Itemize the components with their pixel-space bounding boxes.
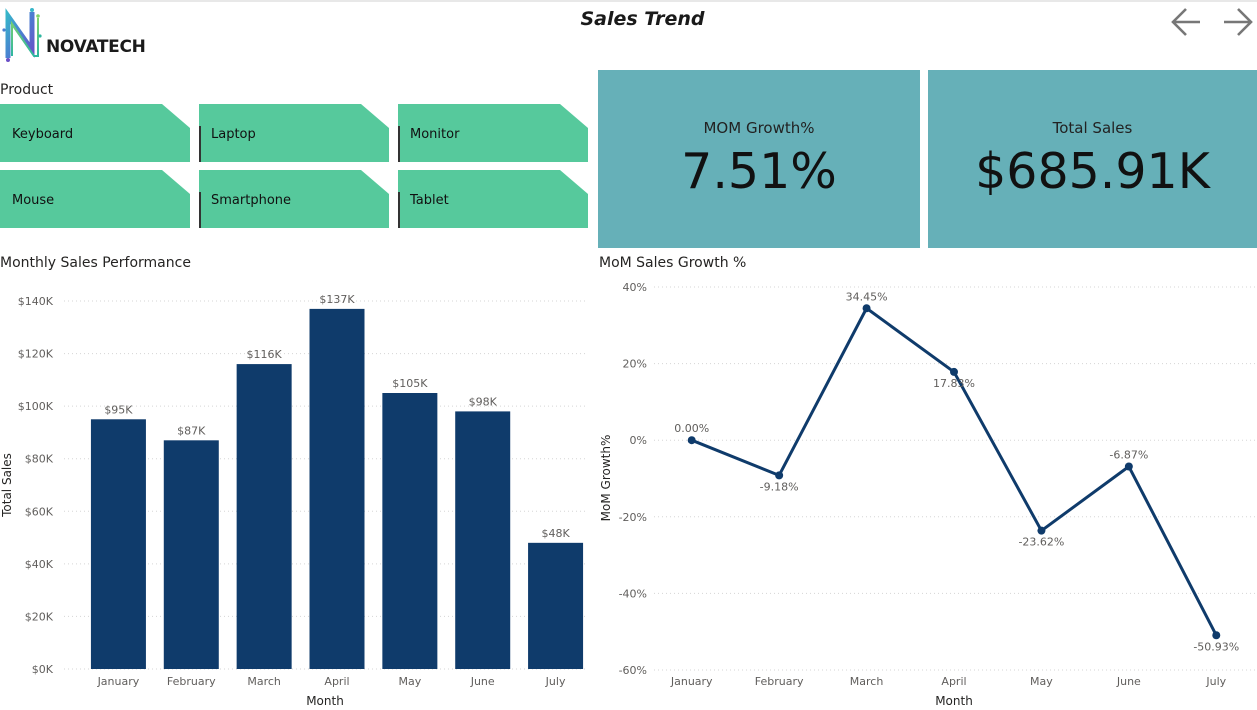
line-point-april bbox=[950, 367, 958, 376]
mom-growth-value: 7.51% bbox=[681, 143, 837, 200]
bar-y-tick-label: $0K bbox=[32, 663, 54, 676]
product-tile-keyboard[interactable]: Keyboard bbox=[0, 104, 190, 162]
line-point-january bbox=[687, 436, 696, 445]
total-sales-value: $685.91K bbox=[975, 143, 1210, 200]
mom-growth-card: MOM Growth% 7.51% bbox=[598, 70, 920, 248]
bar-data-label: $48K bbox=[541, 527, 570, 540]
total-sales-label: Total Sales bbox=[1052, 119, 1133, 137]
bar-data-label: $137K bbox=[319, 293, 355, 306]
mom-growth-label: MOM Growth% bbox=[703, 119, 815, 137]
product-tile-label: Keyboard bbox=[12, 127, 74, 142]
line-data-label: 34.45% bbox=[846, 290, 888, 303]
line-chart-title: MoM Sales Growth % bbox=[599, 255, 747, 271]
novatech-logo-mark bbox=[2, 8, 42, 62]
line-x-axis-title: Month bbox=[935, 694, 973, 708]
bar-y-tick-label: $60K bbox=[25, 505, 54, 518]
line-data-label: 17.83% bbox=[933, 377, 975, 390]
line-x-tick-label: January bbox=[670, 675, 713, 688]
bar-x-tick-label: May bbox=[398, 675, 421, 688]
mom-growth-series-line bbox=[691, 306, 1218, 636]
line-x-tick-label: July bbox=[1205, 675, 1226, 688]
bar-data-label: $98K bbox=[469, 395, 498, 408]
bar-y-tick-label: $100K bbox=[18, 400, 54, 413]
bar-april bbox=[309, 308, 365, 669]
line-x-tick-label: March bbox=[850, 675, 884, 688]
bar-x-tick-label: February bbox=[167, 675, 216, 688]
line-point-may bbox=[1037, 526, 1046, 535]
line-y-tick-label: -60% bbox=[619, 664, 647, 677]
bar-data-label: $105K bbox=[392, 377, 428, 390]
line-x-tick-label: April bbox=[941, 675, 966, 688]
bar-chart-title: Monthly Sales Performance bbox=[0, 255, 191, 271]
page-title: Sales Trend bbox=[580, 8, 705, 30]
line-data-label: -9.18% bbox=[760, 480, 799, 493]
bar-february bbox=[163, 440, 219, 669]
bar-y-tick-label: $80K bbox=[25, 453, 54, 466]
product-tile-mouse[interactable]: Mouse bbox=[0, 170, 190, 228]
forward-arrow-icon[interactable] bbox=[1220, 5, 1254, 39]
line-point-march bbox=[862, 304, 871, 313]
product-tile-monitor[interactable]: Monitor bbox=[398, 104, 588, 162]
novatech-logo: NOVATECH bbox=[2, 6, 152, 64]
line-x-tick-label: June bbox=[1116, 675, 1141, 688]
bar-y-tick-label: $20K bbox=[25, 610, 54, 623]
bar-x-tick-label: January bbox=[97, 675, 140, 688]
bar-may bbox=[382, 393, 438, 669]
mom-growth-line-chart: -60% -40% -20% 0% 20% 40% 0.00% January -9.18% Fe… bbox=[599, 281, 1257, 708]
product-tile-label: Smartphone bbox=[211, 193, 292, 208]
line-y-tick-label: 20% bbox=[623, 358, 647, 371]
bar-y-tick-label: $140K bbox=[18, 295, 54, 308]
product-tile-label: Mouse bbox=[12, 193, 55, 208]
line-point-june bbox=[1124, 462, 1133, 471]
bar-x-tick-label: April bbox=[324, 675, 349, 688]
line-point-february bbox=[775, 471, 784, 480]
line-y-tick-label: 40% bbox=[623, 281, 647, 294]
product-tile-laptop[interactable]: Laptop bbox=[199, 104, 389, 162]
bar-x-axis-title: Month bbox=[306, 694, 344, 708]
bar-july bbox=[528, 542, 584, 669]
bar-y-tick-label: $120K bbox=[18, 348, 54, 361]
bar-january bbox=[90, 419, 146, 669]
bar-y-axis-title: Total Sales bbox=[0, 453, 14, 518]
line-y-tick-label: 0% bbox=[630, 434, 647, 447]
total-sales-card: Total Sales $685.91K bbox=[928, 70, 1257, 248]
top-border bbox=[0, 0, 1257, 2]
line-x-tick-label: May bbox=[1030, 675, 1053, 688]
line-y-tick-label: -40% bbox=[619, 587, 647, 600]
bar-data-label: $87K bbox=[177, 424, 206, 437]
line-x-tick-label: February bbox=[755, 675, 804, 688]
product-tile-smartphone[interactable]: Smartphone bbox=[199, 170, 389, 228]
brand-name: NOVATECH bbox=[46, 37, 146, 57]
line-data-label: -6.87% bbox=[1109, 449, 1148, 462]
bar-x-tick-label: June bbox=[470, 675, 495, 688]
product-tile-label: Monitor bbox=[410, 127, 460, 142]
product-slicer-title: Product bbox=[0, 82, 54, 98]
line-data-label: -23.62% bbox=[1018, 536, 1064, 549]
bar-march bbox=[236, 364, 292, 669]
product-tile-label: Laptop bbox=[211, 127, 256, 142]
back-arrow-icon[interactable] bbox=[1170, 5, 1204, 39]
bar-x-tick-label: March bbox=[247, 675, 281, 688]
line-y-axis-title: MoM Growth% bbox=[599, 435, 613, 522]
line-point-july bbox=[1212, 631, 1221, 640]
bar-y-tick-label: $40K bbox=[25, 558, 54, 571]
bar-data-label: $95K bbox=[104, 403, 133, 416]
line-data-label: 0.00% bbox=[674, 422, 709, 435]
monthly-sales-bar-chart: $0K $20K $40K $60K $80K $100K $120K $140K $95K Ja… bbox=[0, 293, 588, 708]
product-tile-tablet[interactable]: Tablet bbox=[398, 170, 588, 228]
line-data-label: -50.93% bbox=[1193, 640, 1239, 653]
bar-x-tick-label: July bbox=[545, 675, 566, 688]
bar-data-label: $116K bbox=[247, 348, 283, 361]
bar-june bbox=[455, 411, 511, 669]
product-tile-label: Tablet bbox=[410, 193, 449, 208]
line-y-tick-label: -20% bbox=[619, 511, 647, 524]
